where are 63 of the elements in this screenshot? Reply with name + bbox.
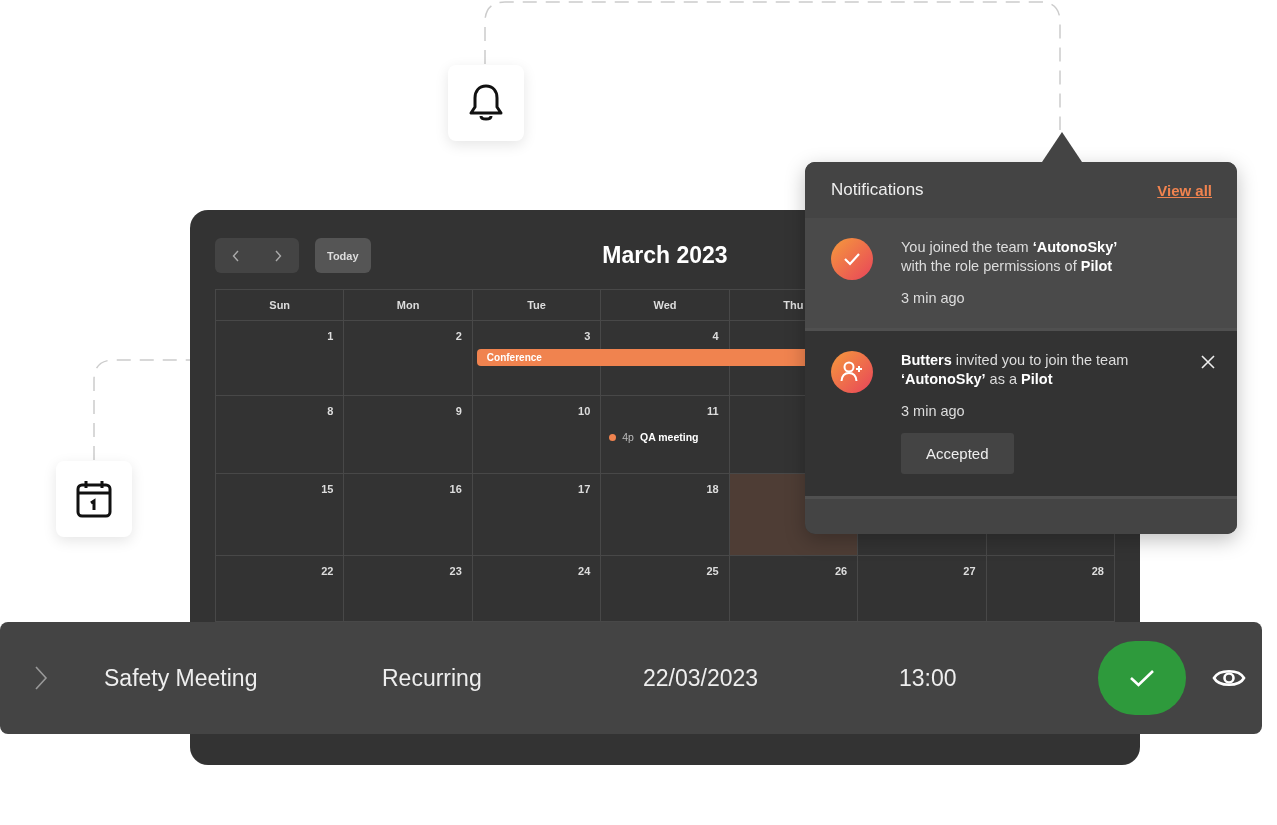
notification-item[interactable]: Butters invited you to join the team ‘AutonoSky’ as a Pilot 3 min ago Accepted: [805, 331, 1237, 499]
day-cell[interactable]: 8: [216, 396, 345, 474]
day-cell[interactable]: 2: [344, 321, 473, 396]
day-number: 15: [321, 483, 334, 495]
day-number: 22: [321, 565, 334, 577]
expand-button[interactable]: [34, 666, 48, 690]
day-number: 16: [449, 483, 462, 495]
weekday-label: Sun: [269, 299, 291, 311]
day-number: 18: [706, 483, 719, 495]
day-number: 9: [455, 405, 462, 417]
day-number: 17: [578, 483, 591, 495]
today-button[interactable]: Today: [315, 238, 371, 273]
add-user-icon: [831, 351, 873, 393]
day-cell[interactable]: 4: [601, 321, 730, 396]
day-number: 28: [1091, 565, 1104, 577]
weekday-label: Thu: [783, 299, 804, 311]
day-number: 4: [712, 330, 719, 342]
weekday-label: Tue: [527, 299, 546, 311]
day-cell[interactable]: 18: [601, 474, 730, 556]
day-cell[interactable]: 15: [216, 474, 345, 556]
day-cell[interactable]: 10: [472, 396, 602, 474]
day-cell[interactable]: 1: [216, 321, 345, 396]
day-number: 2: [455, 330, 462, 342]
event-time: 13:00: [899, 664, 958, 692]
day-number: 8: [327, 405, 334, 417]
event-title: Safety Meeting: [104, 664, 259, 692]
day-number: 10: [578, 405, 591, 417]
day-number: 11: [707, 405, 719, 417]
chevron-right-icon: [34, 666, 48, 690]
notification-item[interactable]: You joined the team ‘AutonoSky’ with the role permissions of Pilot 3 min ago: [805, 218, 1237, 331]
day-cell[interactable]: 17: [472, 474, 602, 556]
day-number: 3: [584, 330, 591, 342]
event-date: 22/03/2023: [643, 664, 760, 692]
weekday-label: Mon: [396, 299, 420, 311]
check-icon: [1129, 668, 1155, 688]
event-dot: [609, 433, 617, 441]
day-number: 24: [578, 565, 591, 577]
view-all-link[interactable]: View all: [1157, 181, 1212, 199]
chevron-left-icon: [232, 249, 240, 262]
month-title: March 2023: [602, 242, 728, 268]
recurrence-label: Recurring: [382, 664, 483, 692]
check-icon: [831, 238, 873, 280]
bell-icon[interactable]: [468, 83, 504, 123]
notification-time: 3 min ago: [901, 290, 965, 306]
day-number: 26: [834, 565, 848, 577]
day-cell[interactable]: 16: [344, 474, 473, 556]
close-button[interactable]: [1201, 355, 1215, 369]
notification-time: 3 min ago: [901, 403, 965, 419]
notification-message: You joined the team ‘AutonoSky’ with the role permissions of Pilot: [901, 238, 1118, 276]
day-cell[interactable]: 9: [344, 396, 473, 474]
day-number: 25: [706, 565, 719, 577]
close-icon: [1201, 355, 1215, 369]
event-time: 4p: [622, 431, 634, 443]
chevron-right-icon: [274, 249, 282, 262]
weekday-label: Wed: [653, 299, 677, 311]
day-number: 27: [963, 565, 976, 577]
accepted-button[interactable]: Accepted: [901, 433, 1014, 474]
calendar-icon[interactable]: [75, 479, 113, 519]
day-number: 23: [449, 565, 462, 577]
day-cell[interactable]: 11 4p QA meeting: [601, 396, 730, 474]
panel-title: Notifications: [831, 180, 924, 200]
day-number: 1: [327, 330, 334, 342]
event-title[interactable]: QA meeting: [639, 431, 699, 443]
